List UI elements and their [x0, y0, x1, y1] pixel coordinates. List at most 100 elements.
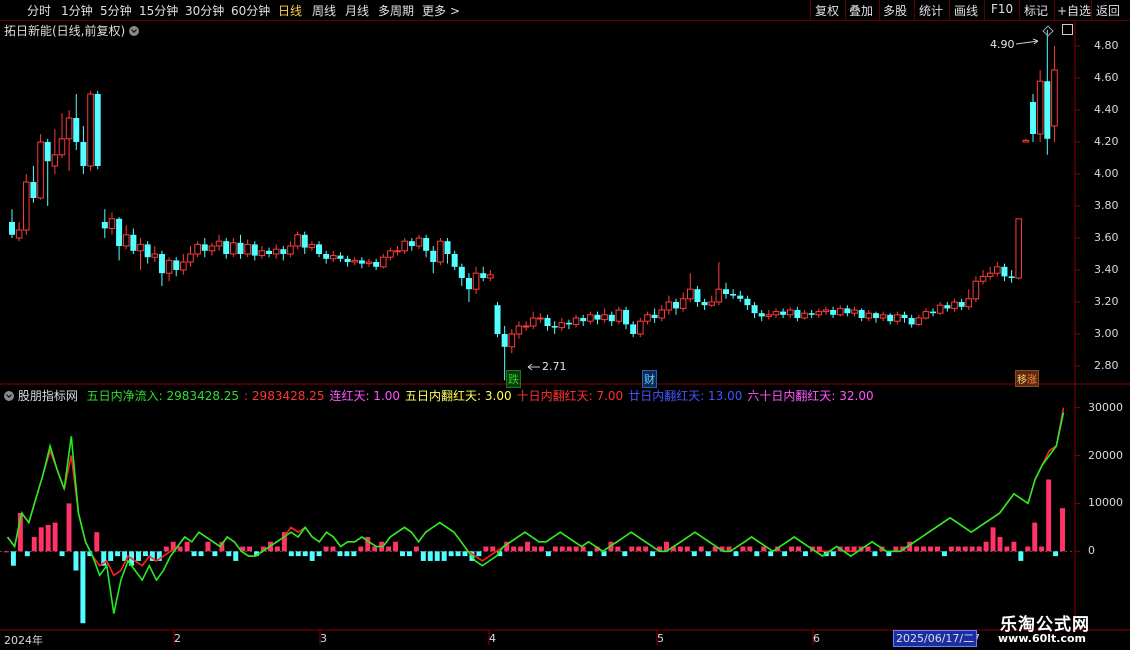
candle-body-down: [623, 310, 630, 325]
candle-body-down: [451, 254, 458, 267]
flow-bar-positive: [31, 536, 37, 552]
flow-bar-negative: [830, 551, 836, 557]
x-label-feb: 2: [174, 632, 181, 645]
candle-body-down: [73, 118, 80, 142]
candle-body-down: [930, 311, 937, 314]
flow-bar-negative: [768, 551, 774, 557]
candle-body-down: [101, 222, 108, 229]
candle-body-up: [601, 314, 608, 321]
flow-bar-positive: [1004, 546, 1010, 552]
candle-body-up: [180, 261, 187, 271]
y-axis-label-main: 4.40: [1094, 103, 1119, 116]
candle-body-down: [651, 314, 658, 318]
candle-body-down: [580, 318, 587, 322]
candle-body-down: [158, 254, 165, 274]
candle-body-up: [658, 309, 666, 319]
candle-body-up: [972, 280, 980, 300]
flow-bar-negative: [400, 551, 405, 557]
flow-bar-positive: [163, 546, 169, 552]
flow-bar-negative: [434, 551, 440, 561]
candle-body-down: [794, 310, 801, 318]
cursor-date-label: 2025/06/17/二: [893, 630, 978, 647]
flow-bar-negative: [420, 551, 426, 561]
candle-body-up: [294, 234, 301, 247]
y-axis-label-main: 4.60: [1094, 71, 1119, 84]
flow-bar-negative: [337, 551, 343, 557]
flow-bar-negative: [80, 551, 86, 624]
event-marker-drop[interactable]: 跌: [506, 370, 521, 388]
flow-bar-negative: [136, 551, 141, 561]
candle-body-down: [116, 218, 123, 246]
flow-bar-negative: [545, 551, 551, 557]
candle-body-up: [165, 259, 173, 274]
candle-body-up: [515, 325, 523, 335]
flow-bar-negative: [73, 551, 79, 571]
candle-body-down: [201, 244, 208, 251]
y-axis-label-main: 3.80: [1094, 199, 1119, 212]
flow-bar-positive: [413, 546, 419, 552]
candle-body-down: [30, 182, 37, 198]
candle-body-up: [37, 141, 44, 199]
low-arrow-icon: [527, 363, 540, 371]
candle-body-up: [351, 259, 359, 263]
flow-bar-positive: [1039, 546, 1045, 552]
candle-body-up: [308, 243, 316, 249]
candle-body-up: [15, 229, 23, 239]
flow-bar-negative: [462, 551, 468, 557]
flow-bar-negative: [455, 551, 461, 557]
flow-bar-positive: [740, 546, 746, 552]
candle-body-down: [337, 255, 344, 259]
flow-bar-positive: [532, 546, 537, 552]
flow-bar-positive: [573, 546, 579, 552]
flow-bar-negative: [309, 551, 315, 561]
candle-body-down: [830, 310, 837, 315]
candle-body-up: [330, 255, 337, 260]
candle-body-down: [408, 241, 415, 246]
candle-body-down: [737, 295, 744, 299]
watermark-url: www.60lt.com: [998, 632, 1087, 645]
candle-body-down: [594, 314, 601, 320]
candle-body-down: [1044, 81, 1051, 139]
candle-body-up: [51, 154, 59, 167]
candle-body-up: [986, 272, 994, 277]
event-marker-rise[interactable]: 移涨: [1015, 370, 1039, 387]
flow-bar-positive: [969, 546, 975, 552]
candle-body-down: [780, 311, 787, 315]
candle-body-down: [908, 318, 915, 325]
flow-bar-positive: [518, 546, 524, 552]
flow-bar-negative: [622, 551, 628, 557]
y-axis-label-indicator: 10000: [1088, 496, 1123, 510]
flow-bar-negative: [10, 551, 16, 566]
candle-body-up: [715, 288, 723, 303]
flow-bar-negative: [754, 551, 760, 557]
y-axis-label-main: 4.00: [1094, 167, 1119, 180]
flow-bar-positive: [914, 546, 920, 552]
candle-body-down: [430, 250, 437, 262]
candle-body-down: [80, 142, 87, 166]
flow-bar-positive: [566, 546, 572, 552]
candle-body-down: [494, 305, 501, 334]
y-axis-label-indicator: 0: [1088, 544, 1095, 558]
candle-body-down: [266, 250, 273, 254]
candle-body-down: [887, 314, 894, 322]
candle-body-down: [844, 308, 851, 314]
flow-bar-positive: [1046, 479, 1052, 552]
candle-body-up: [65, 117, 73, 140]
candle-body-up: [822, 309, 830, 313]
flow-bar-negative: [782, 551, 788, 557]
chart-canvas[interactable]: [0, 0, 1130, 650]
candle-body-down: [1030, 102, 1037, 134]
flow-bar-positive: [393, 541, 399, 552]
flow-bar-positive: [330, 546, 336, 552]
candle-body-up: [851, 309, 858, 314]
event-marker-finance[interactable]: 财: [642, 370, 657, 388]
candle-body-down: [458, 266, 465, 278]
candle-body-down: [744, 298, 751, 306]
candle-body-up: [401, 240, 408, 252]
flow-bar-positive: [948, 546, 954, 552]
candle-body-up: [679, 298, 687, 309]
green-flow-line: [6, 412, 1065, 614]
event-marker-rise-label: 涨: [1027, 375, 1037, 386]
candle-body-up: [87, 93, 94, 167]
flow-bar-negative: [448, 551, 454, 557]
